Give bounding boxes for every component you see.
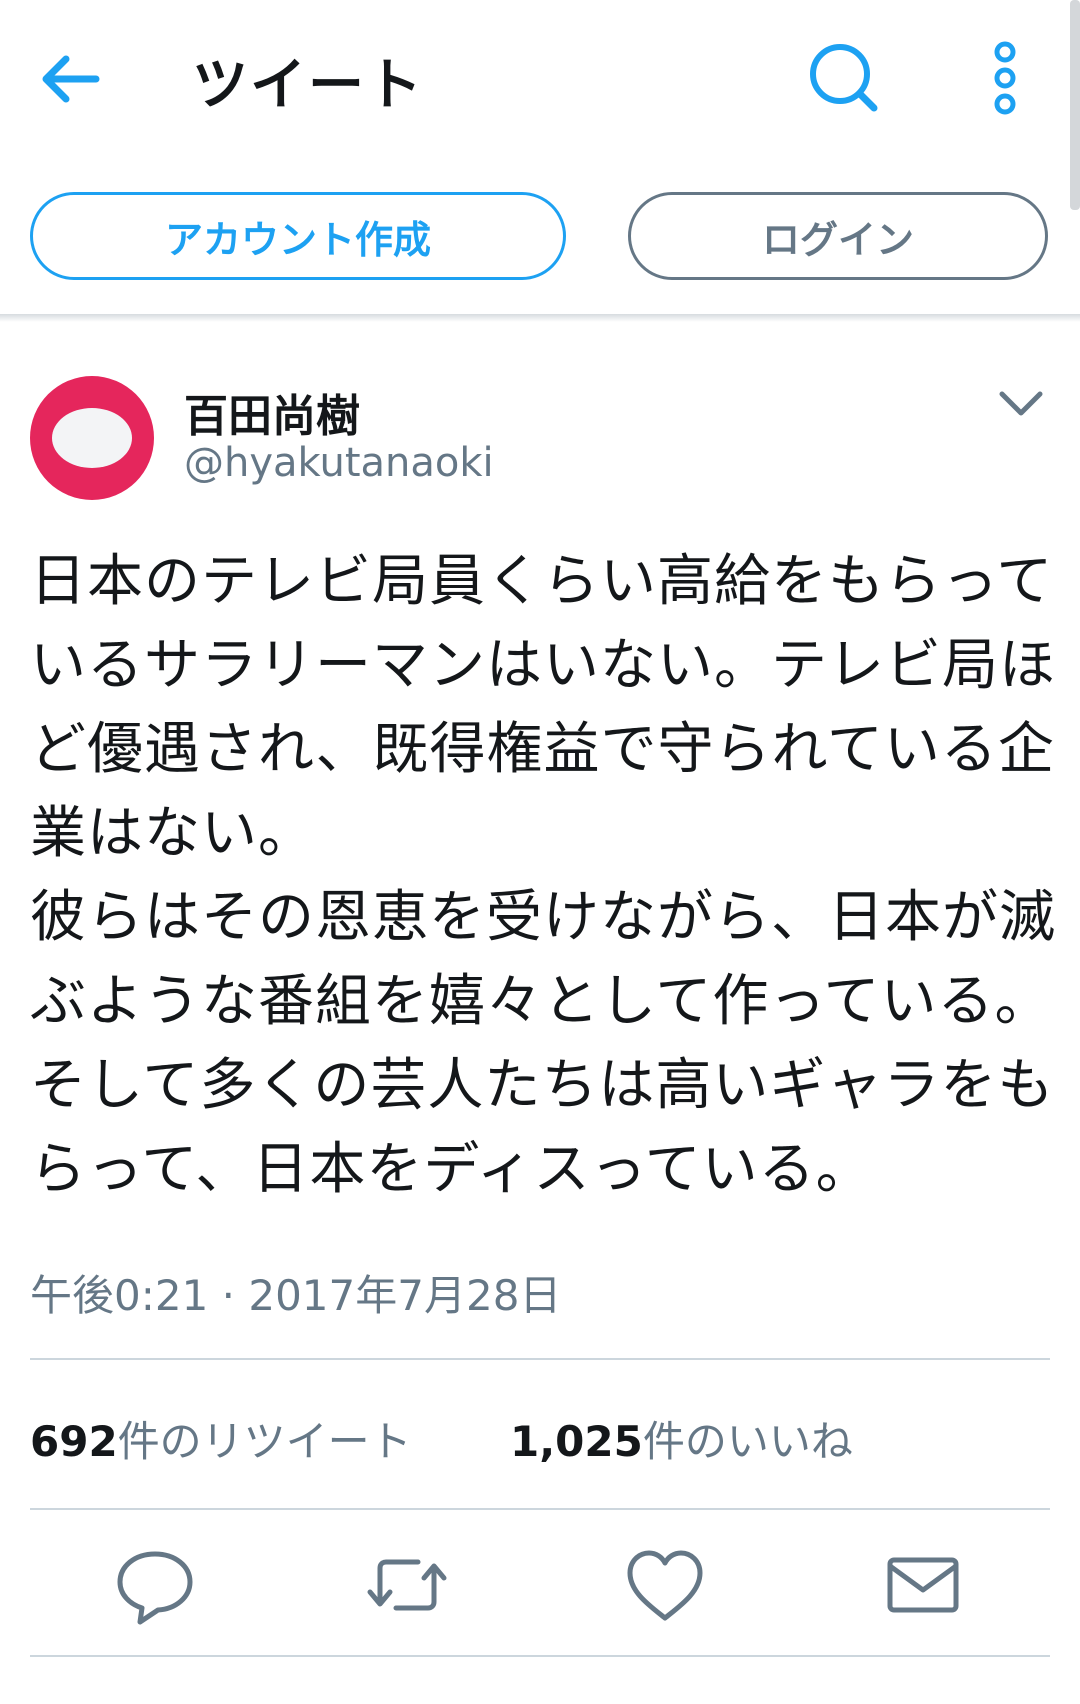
author-handle[interactable]: @hyakutanaoki <box>184 440 494 486</box>
back-button[interactable] <box>36 44 106 114</box>
create-account-button[interactable]: アカウント作成 <box>30 192 566 280</box>
like-count-label: 件のいいね <box>642 1417 853 1466</box>
more-options-button[interactable] <box>980 38 1030 118</box>
author-display-name[interactable]: 百田尚樹 <box>184 380 360 444</box>
divider <box>30 1655 1050 1657</box>
retweet-count-label: 件のリツイート <box>117 1417 412 1466</box>
avatar-image <box>52 408 132 468</box>
envelope-icon <box>887 1557 959 1613</box>
retweet-count: 692 <box>30 1417 118 1466</box>
tweet-actions <box>0 1540 1080 1640</box>
retweet-count-link[interactable]: 692件のリツイート <box>30 1408 412 1469</box>
tweet-menu-button[interactable] <box>996 384 1046 424</box>
divider <box>30 1358 1050 1360</box>
like-button[interactable] <box>620 1540 710 1630</box>
like-count-link[interactable]: 1,025件のいいね <box>510 1408 853 1469</box>
retweet-icon <box>367 1559 447 1611</box>
top-app-bar: ツイート <box>0 0 1080 160</box>
header-divider <box>0 314 1080 322</box>
divider <box>30 1508 1050 1510</box>
tweet-detail-page: ツイート アカウント作成 ログイン 百田尚樹 @hyakutanaoki 日本の… <box>0 0 1080 1704</box>
search-icon <box>810 44 878 112</box>
heart-icon <box>627 1550 703 1621</box>
share-dm-button[interactable] <box>878 1540 968 1630</box>
tweet-timestamp[interactable]: 午後0:21 · 2017年7月28日 <box>30 1262 561 1323</box>
auth-buttons: アカウント作成 ログイン <box>0 160 1080 316</box>
arrow-left-icon <box>42 55 100 103</box>
reply-button[interactable] <box>110 1540 200 1630</box>
tweet-text: 日本のテレビ局員くらい高給をもらって いるサラリーマンはいない。テレビ局ほ ど優… <box>30 549 1056 1202</box>
reply-icon <box>117 1551 193 1625</box>
chevron-down-icon <box>999 391 1043 416</box>
avatar[interactable] <box>30 376 154 500</box>
like-count: 1,025 <box>510 1417 643 1466</box>
more-vertical-icon <box>994 41 1016 115</box>
page-title: ツイート <box>192 53 424 118</box>
search-button[interactable] <box>806 40 880 114</box>
retweet-button[interactable] <box>362 1540 452 1630</box>
login-button[interactable]: ログイン <box>628 192 1048 280</box>
